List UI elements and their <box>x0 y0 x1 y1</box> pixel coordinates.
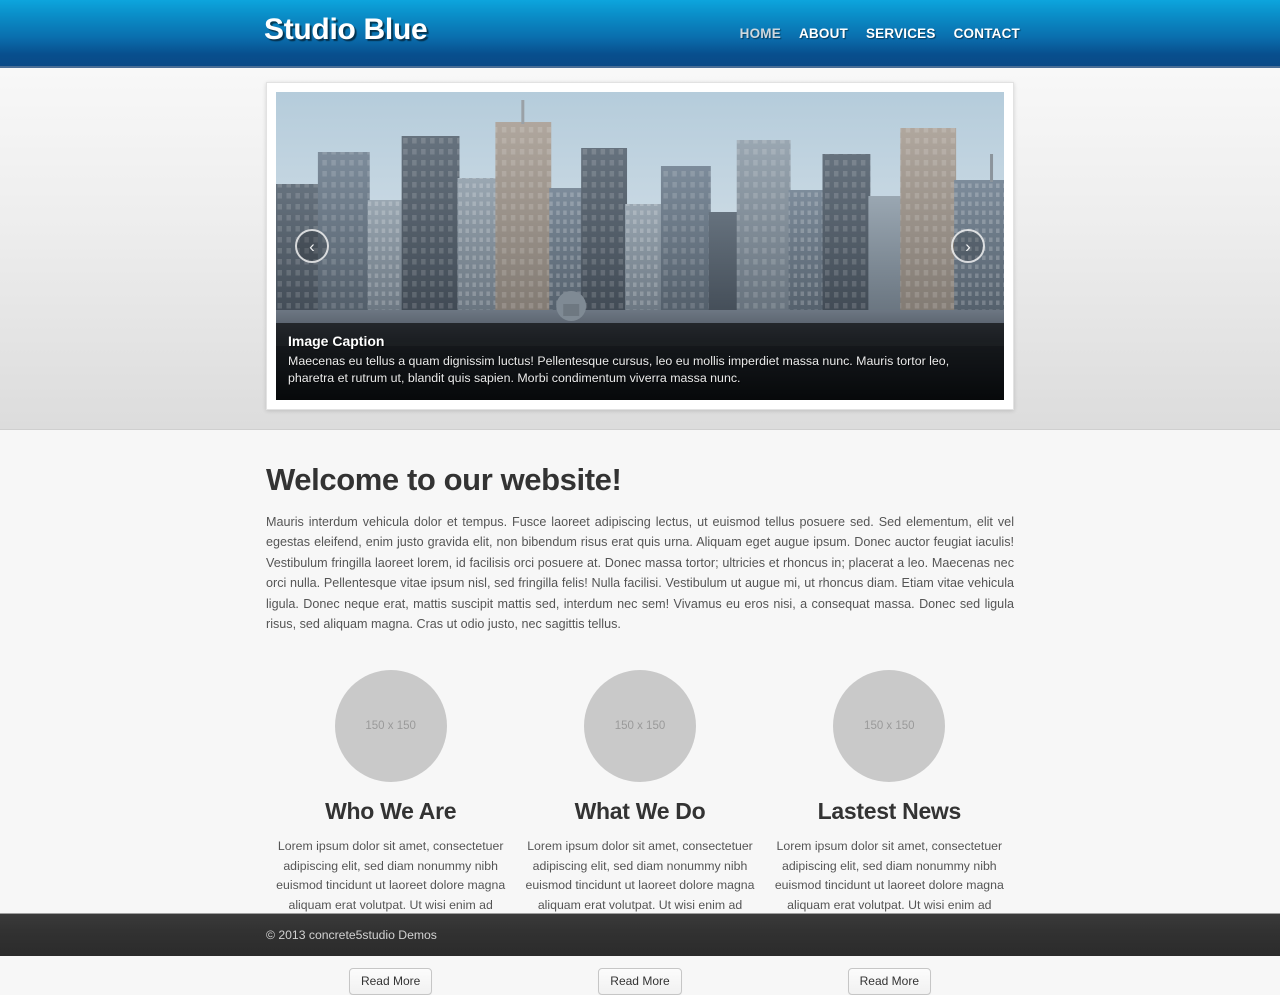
image-placeholder-circle: 150 x 150 <box>335 670 447 782</box>
nav-item-contact[interactable]: CONTACT <box>954 26 1020 41</box>
nav-item-home[interactable]: HOME <box>740 26 781 41</box>
carousel-next-icon[interactable]: › <box>951 229 985 263</box>
read-more-button[interactable]: Read More <box>848 968 931 995</box>
feature-title: Lastest News <box>773 798 1006 825</box>
main-content: Welcome to our website! Mauris interdum … <box>266 430 1014 995</box>
caption-text: Maecenas eu tellus a quam dignissim luct… <box>288 353 992 388</box>
welcome-paragraph: Mauris interdum vehicula dolor et tempus… <box>266 512 1014 634</box>
page-title: Welcome to our website! <box>266 462 1014 498</box>
main-navigation: HOME ABOUT SERVICES CONTACT <box>740 26 1020 41</box>
read-more-button[interactable]: Read More <box>598 968 681 995</box>
image-placeholder-circle: 150 x 150 <box>584 670 696 782</box>
footer-inner: © 2013 concrete5studio Demos <box>266 914 1014 956</box>
feature-title: Who We Are <box>274 798 507 825</box>
nav-item-about[interactable]: ABOUT <box>799 26 848 41</box>
carousel-frame: ‹ › Image Caption Maecenas eu tellus a q… <box>266 82 1014 410</box>
carousel-prev-icon[interactable]: ‹ <box>295 229 329 263</box>
footer-copyright: © 2013 concrete5studio Demos <box>266 928 437 942</box>
feature-title: What We Do <box>523 798 756 825</box>
carousel-stage: ‹ › Image Caption Maecenas eu tellus a q… <box>276 92 1004 400</box>
hero-band: ‹ › Image Caption Maecenas eu tellus a q… <box>0 68 1280 430</box>
caption-title: Image Caption <box>288 333 992 349</box>
read-more-button[interactable]: Read More <box>349 968 432 995</box>
site-header: Studio Blue HOME ABOUT SERVICES CONTACT <box>0 0 1280 68</box>
site-footer: © 2013 concrete5studio Demos <box>0 913 1280 956</box>
nav-item-services[interactable]: SERVICES <box>866 26 936 41</box>
image-placeholder-circle: 150 x 150 <box>833 670 945 782</box>
site-logo[interactable]: Studio Blue <box>264 13 427 47</box>
carousel-caption: Image Caption Maecenas eu tellus a quam … <box>276 323 1004 400</box>
header-inner: Studio Blue HOME ABOUT SERVICES CONTACT <box>260 0 1020 66</box>
